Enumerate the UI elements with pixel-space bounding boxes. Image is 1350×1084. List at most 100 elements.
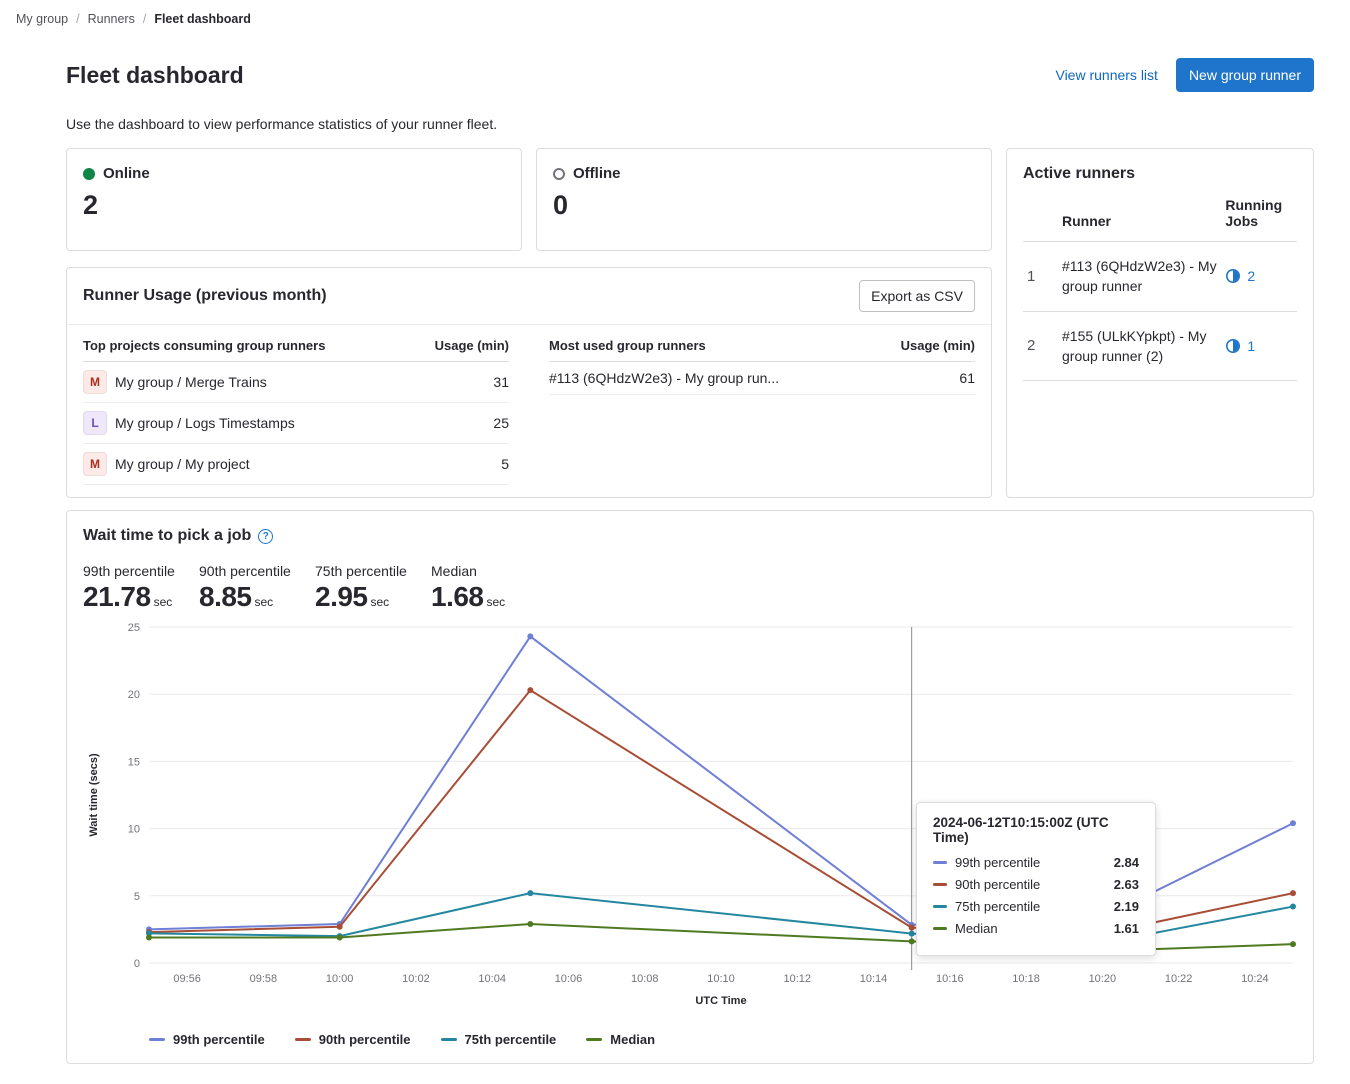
active-runners-table: Runner Running Jobs 1 #113 (6QHdzW2e3) -… <box>1023 185 1297 381</box>
most-used-runners-column-header: Most used group runners <box>549 338 706 353</box>
svg-text:10: 10 <box>128 824 140 836</box>
stat-99th-percentile: 99th percentile 21.78sec <box>83 563 183 613</box>
legend-item-99th[interactable]: 99th percentile <box>149 1032 265 1047</box>
series-swatch <box>933 905 947 908</box>
most-used-runners-table-header: Most used group runners Usage (min) <box>549 329 975 362</box>
new-group-runner-button[interactable]: New group runner <box>1176 58 1314 92</box>
table-row: M My group / My project 5 <box>83 444 509 485</box>
running-jobs-count[interactable]: 1 <box>1247 338 1255 354</box>
chart-tooltip: 2024-06-12T10:15:00Z (UTC Time) 99th per… <box>916 802 1156 956</box>
runner-usage-card: Runner Usage (previous month) Export as … <box>66 267 992 498</box>
project-name: My group / Merge Trains <box>115 374 267 390</box>
stat-unit: sec <box>371 595 390 609</box>
status-cards-row: Online 2 Offline 0 <box>66 148 992 251</box>
svg-text:25: 25 <box>128 622 140 634</box>
legend-item-median[interactable]: Median <box>586 1032 655 1047</box>
legend-item-75th[interactable]: 75th percentile <box>441 1032 557 1047</box>
online-card-header: Online <box>83 165 505 182</box>
svg-text:10:16: 10:16 <box>936 973 964 985</box>
svg-text:Wait time (secs): Wait time (secs) <box>88 753 100 837</box>
page-content: Fleet dashboard View runners list New gr… <box>0 38 1350 1084</box>
stat-unit: sec <box>487 595 506 609</box>
project-usage-value: 5 <box>501 456 509 472</box>
svg-text:15: 15 <box>128 756 140 768</box>
runner-usage-value: 61 <box>959 370 975 386</box>
tooltip-row: 90th percentile 2.63 <box>933 877 1139 892</box>
breadcrumb-runners[interactable]: Runners <box>88 12 135 26</box>
table-row: L My group / Logs Timestamps 25 <box>83 403 509 444</box>
project-usage-value: 25 <box>493 415 509 431</box>
legend-label: 99th percentile <box>173 1032 265 1047</box>
running-status-icon <box>1225 338 1241 354</box>
export-csv-button[interactable]: Export as CSV <box>859 280 975 312</box>
running-jobs-count[interactable]: 2 <box>1247 268 1255 284</box>
tooltip-timestamp: 2024-06-12T10:15:00Z (UTC Time) <box>933 815 1139 845</box>
tooltip-row: 99th percentile 2.84 <box>933 855 1139 870</box>
online-label: Online <box>103 165 150 182</box>
breadcrumb: My group / Runners / Fleet dashboard <box>0 0 1350 38</box>
runner-link[interactable]: #155 (ULkKYpkpt) - My group runner (2) <box>1058 311 1221 381</box>
top-projects-column-header: Top projects consuming group runners <box>83 338 325 353</box>
active-runners-title: Active runners <box>1023 165 1297 183</box>
runner-link[interactable]: #113 (6QHdzW2e3) - My group runner <box>1058 242 1221 312</box>
legend-item-90th[interactable]: 90th percentile <box>295 1032 411 1047</box>
project-avatar: M <box>83 452 107 476</box>
series-swatch <box>933 883 947 886</box>
wait-time-chart[interactable]: 051015202509:5609:5810:0010:0210:0410:06… <box>83 619 1297 1024</box>
project-name: My group / Logs Timestamps <box>115 415 295 431</box>
usage-min-column-header: Usage (min) <box>435 338 509 353</box>
runner-rank: 1 <box>1023 242 1058 312</box>
series-name: 90th percentile <box>955 877 1106 892</box>
offline-status-icon <box>553 168 565 180</box>
offline-runners-card: Offline 0 <box>536 148 992 251</box>
stat-unit: sec <box>154 595 173 609</box>
series-name: Median <box>955 921 1106 936</box>
page-description: Use the dashboard to view performance st… <box>66 116 1314 132</box>
project-avatar: M <box>83 370 107 394</box>
usage-min-column-header: Usage (min) <box>901 338 975 353</box>
top-projects-table: Top projects consuming group runners Usa… <box>83 329 509 485</box>
svg-text:10:00: 10:00 <box>326 973 354 985</box>
project-avatar: L <box>83 411 107 435</box>
table-row: #113 (6QHdzW2e3) - My group run... 61 <box>549 362 975 395</box>
table-row: M My group / Merge Trains 31 <box>83 362 509 403</box>
runner-usage-title: Runner Usage (previous month) <box>83 287 327 305</box>
running-jobs-column-header: Running Jobs <box>1221 185 1297 242</box>
online-runners-card: Online 2 <box>66 148 522 251</box>
svg-text:10:20: 10:20 <box>1089 973 1117 985</box>
svg-text:0: 0 <box>134 958 140 970</box>
active-runners-card: Active runners Runner Running Jobs 1 #11… <box>1006 148 1314 498</box>
view-runners-list-link[interactable]: View runners list <box>1055 67 1157 83</box>
svg-text:10:22: 10:22 <box>1165 973 1193 985</box>
breadcrumb-my-group[interactable]: My group <box>16 12 68 26</box>
stat-label: 99th percentile <box>83 563 183 579</box>
svg-text:10:12: 10:12 <box>784 973 812 985</box>
stat-value: 8.85 <box>199 581 252 612</box>
project-name: My group / My project <box>115 456 250 472</box>
header-actions: View runners list New group runner <box>1055 58 1314 92</box>
top-projects-table-header: Top projects consuming group runners Usa… <box>83 329 509 362</box>
offline-count: 0 <box>553 190 975 221</box>
stat-value: 1.68 <box>431 581 484 612</box>
svg-text:10:04: 10:04 <box>478 973 506 985</box>
svg-text:10:24: 10:24 <box>1241 973 1269 985</box>
wait-time-stats: 99th percentile 21.78sec 90th percentile… <box>83 563 1297 613</box>
offline-label: Offline <box>573 165 621 182</box>
runner-usage-header: Runner Usage (previous month) Export as … <box>67 268 991 325</box>
breadcrumb-current-page: Fleet dashboard <box>154 12 251 26</box>
svg-text:20: 20 <box>128 689 140 701</box>
page-header: Fleet dashboard View runners list New gr… <box>66 58 1314 92</box>
svg-text:10:02: 10:02 <box>402 973 430 985</box>
series-swatch <box>149 1038 165 1041</box>
svg-text:10:18: 10:18 <box>1012 973 1040 985</box>
stat-label: 90th percentile <box>199 563 299 579</box>
legend-label: 90th percentile <box>319 1032 411 1047</box>
series-swatch <box>441 1038 457 1041</box>
help-icon[interactable]: ? <box>258 529 273 544</box>
runner-rank: 2 <box>1023 311 1058 381</box>
breadcrumb-separator: / <box>143 12 146 26</box>
series-swatch <box>586 1038 602 1041</box>
legend-label: Median <box>610 1032 655 1047</box>
stat-unit: sec <box>255 595 274 609</box>
runner-name: #113 (6QHdzW2e3) - My group run... <box>549 370 779 386</box>
